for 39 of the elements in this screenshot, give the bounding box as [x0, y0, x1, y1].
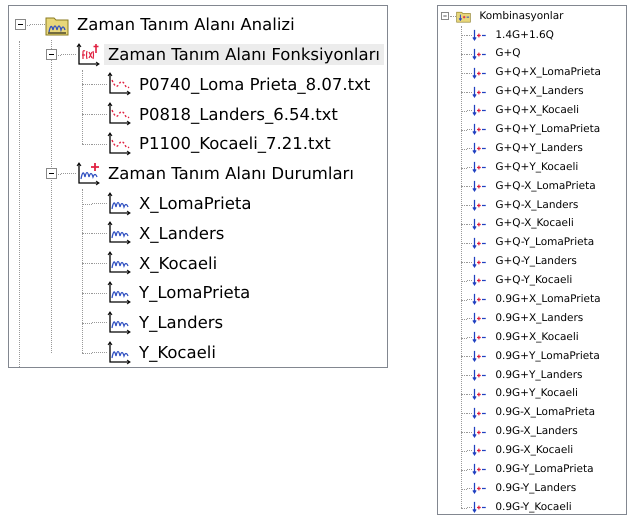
- tree-item[interactable]: 0.9G+Y_LomaPrieta: [491, 350, 604, 364]
- tree-item[interactable]: X_Kocaeli: [135, 252, 222, 274]
- tree-item[interactable]: Zaman Tanım Alanı Durumları: [104, 163, 358, 185]
- tree-item[interactable]: P0818_Landers_6.54.txt: [135, 104, 342, 125]
- tree-item[interactable]: X_LomaPrieta: [135, 192, 256, 214]
- tree-item[interactable]: G+Q-Y_Kocaeli: [491, 274, 576, 288]
- tree-item[interactable]: G+Q+Y_Landers: [491, 142, 587, 156]
- tree-item[interactable]: G+Q-X_LomaPrieta: [491, 180, 600, 194]
- tree-item[interactable]: G+Q+X_Kocaeli: [491, 104, 584, 118]
- tree-item[interactable]: P1100_Kocaeli_7.21.txt: [135, 133, 335, 155]
- tree-item[interactable]: G+Q+X_LomaPrieta: [491, 66, 605, 80]
- tree-item[interactable]: G+Q+X_Landers: [491, 85, 588, 99]
- tree-item[interactable]: G+Q-Y_LomaPrieta: [491, 236, 598, 250]
- tree-item[interactable]: Y_Kocaeli: [135, 342, 220, 364]
- tree-item[interactable]: 0.9G-Y_Landers: [491, 482, 580, 496]
- tree-item[interactable]: 0.9G+Y_Landers: [491, 368, 586, 382]
- tree-item[interactable]: Kombinasyonlar: [475, 10, 568, 24]
- tree-item[interactable]: P0740_Loma Prieta_8.07.txt: [135, 74, 374, 96]
- tree-item[interactable]: 0.9G-Y_Kocaeli: [491, 500, 576, 514]
- tree-item[interactable]: G+Q-X_Landers: [491, 198, 582, 212]
- tree-item[interactable]: 1.4G+1.6Q: [491, 28, 558, 42]
- tree-item[interactable]: G+Q+Y_Kocaeli: [491, 160, 582, 174]
- tree-item[interactable]: G+Q+Y_LomaPrieta: [491, 122, 604, 137]
- tree-item[interactable]: Zaman Tanım Alanı Analizi: [73, 14, 299, 36]
- tree-item[interactable]: Y_LomaPrieta: [135, 282, 254, 304]
- tree-item[interactable]: G+Q-Y_Landers: [491, 255, 581, 269]
- tree-item[interactable]: 0.9G-X_LomaPrieta: [491, 406, 600, 420]
- tree-item[interactable]: 0.9G-X_Kocaeli: [491, 444, 578, 458]
- tree-item[interactable]: G+Q-X_Kocaeli: [491, 217, 578, 232]
- tree-item[interactable]: 0.9G+Y_Kocaeli: [491, 387, 582, 402]
- tree-item[interactable]: 0.9G+X_Landers: [491, 312, 588, 326]
- tree-item[interactable]: 0.9G-Y_LomaPrieta: [491, 463, 598, 477]
- tree-item[interactable]: 0.9G+X_Kocaeli: [491, 330, 583, 344]
- tree-item[interactable]: Y_Landers: [135, 312, 228, 334]
- tree-item[interactable]: 0.9G-X_Landers: [491, 425, 582, 439]
- tree-item[interactable]: G+Q: [491, 47, 525, 62]
- tree-item[interactable]: 0.9G+X_LomaPrieta: [491, 292, 605, 307]
- tree-item[interactable]: X_Landers: [135, 222, 228, 244]
- tree-item[interactable]: Zaman Tanım Alanı Fonksiyonları: [104, 44, 384, 66]
